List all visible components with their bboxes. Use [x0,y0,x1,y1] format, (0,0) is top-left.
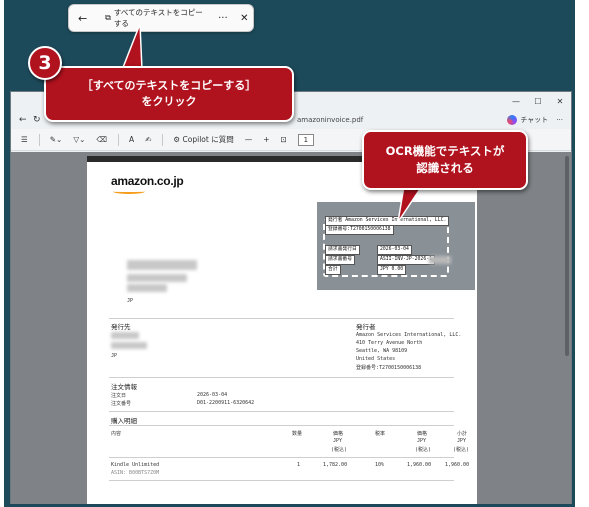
publisher-heading: 発行者 [356,323,376,331]
page-number-box[interactable]: 1 [297,133,314,146]
ocr-registration-number[interactable]: 登録番号:T2700150006138 [325,225,394,235]
more-options-icon[interactable]: ··· [214,8,231,28]
blurred-invoice-suffix [429,256,451,264]
ocr-invoice-number-label[interactable]: 請求書番号 [325,255,355,265]
col-tax-rate: 税率 [375,431,386,437]
item-name: Kindle Unlimited [111,462,160,468]
amazon-smile-logo [113,189,145,194]
col-unit-price: 価格 [333,431,344,437]
item-amount: 1,960.00 [407,462,432,468]
callout-copy-line2: をクリック [141,95,197,108]
blurred-recipient-address [127,274,187,282]
ocr-total[interactable]: JPY 0.00 [377,265,407,275]
item-unit-price: 1,782.00 [323,462,348,468]
copilot-icon [507,115,518,125]
ask-copilot-button[interactable]: ⚙ Copilot に質問 [173,134,233,145]
item-tax-rate: 10% [375,462,385,468]
ink-icon[interactable]: ✍ [145,135,151,144]
copilot-chat-button[interactable]: チャット [507,115,548,125]
publisher-line: United States [356,356,396,362]
back-icon[interactable]: ← [19,115,33,125]
item-code: ASIN: B00BTS7Z0M [111,470,160,476]
desktop-screenshot: ← ⧉ すべてのテキストをコピーする ··· ✕ — ☐ ✕ ← ↻ amazo… [4,0,575,507]
publisher-line: 410 Terry Avenue North [356,340,423,346]
close-icon[interactable]: ✕ [236,8,253,28]
col-subtotal-currency: JPY [457,438,467,444]
item-subtotal: 1,960.00 [445,462,470,468]
blurred-issuer-address [111,342,147,349]
list-icon[interactable]: ☰ [21,135,28,144]
copilot-chat-label: チャット [520,116,549,124]
order-date-label: 注文日 [111,393,127,399]
callout-ocr-line1: OCR機能でテキストが [385,144,505,158]
highlight-icon[interactable]: ▽⌄ [73,135,85,144]
order-heading: 注文情報 [111,383,137,391]
more-icon[interactable]: ··· [556,116,563,124]
copy-all-text-button[interactable]: ⧉ すべてのテキストをコピーする [100,8,208,28]
col-unit-price-tax: (税込) [331,447,348,453]
ask-copilot-label: Copilot に質問 [182,135,234,144]
scrollbar[interactable] [565,156,569,356]
callout-ocr-line2: 認識される [416,161,474,175]
eraser-icon[interactable]: ⌫ [96,135,107,144]
col-subtotal-tax: (税込) [453,447,470,453]
ocr-issue-date-label[interactable]: 請求書発行日 [325,245,360,255]
maximize-icon[interactable]: ☐ [527,97,549,106]
order-number: D01-2200911-6320642 [197,400,255,406]
amazon-logo: amazon.co.jp [111,174,184,188]
col-unit-price-currency: JPY [333,438,343,444]
blurred-recipient-address [127,284,167,292]
snipping-toolbar: ← ⧉ すべてのテキストをコピーする ··· ✕ [68,4,254,32]
minimize-icon[interactable]: — [505,97,527,106]
order-number-label: 注文番号 [111,401,132,407]
callout-ocr-note: OCR機能でテキストが 認識される [362,130,528,190]
copilot-small-icon: ⚙ [173,135,183,144]
draw-icon[interactable]: ✎⌄ [50,135,63,144]
blurred-issuer-name [111,332,139,339]
issuer-country: JP [111,353,118,359]
issuer-heading: 発行先 [111,323,131,331]
zoom-out-icon[interactable]: — [245,135,253,144]
col-content: 内容 [111,431,122,437]
back-arrow-icon[interactable]: ← [73,8,92,28]
callout-copy-instruction: ［すべてのテキストをコピーする］ をクリック [44,66,294,122]
zoom-in-icon[interactable]: + [263,135,269,144]
pdf-viewer[interactable]: amazon.co.jp JP 発行先 JP 発行者 Amazon Servic… [11,152,571,504]
col-qty: 数量 [292,431,303,437]
col-amount-currency: JPY [417,438,427,444]
window-close-icon[interactable]: ✕ [549,97,571,106]
url-text[interactable]: amazoninvoice.pdf [297,116,363,124]
fit-page-icon[interactable]: ⊡ [281,135,287,144]
ocr-issue-date[interactable]: 2026-03-04 [377,245,412,255]
purchase-heading: 購入明細 [111,417,137,425]
col-amount: 価格 [417,431,428,437]
publisher-line: Amazon Services International, LLC. [356,332,462,338]
col-amount-tax: (税込) [415,447,432,453]
step-number-badge: 3 [28,46,62,80]
publisher-line: Seattle, WA 98109 [356,348,408,354]
ocr-invoice-number[interactable]: ASII-INV-JP-2026-1 [377,255,435,265]
item-qty: 1 [297,462,301,468]
order-date: 2026-03-04 [197,392,228,398]
copy-icon: ⧉ [105,13,111,22]
text-icon[interactable]: A [129,135,134,144]
col-subtotal: 小計 [457,431,468,437]
publisher-line: 登録番号:T2700150006138 [356,365,422,371]
recipient-country: JP [127,298,134,304]
pdf-page: amazon.co.jp JP 発行先 JP 発行者 Amazon Servic… [87,156,477,504]
ocr-total-label[interactable]: 合計 [325,265,341,275]
copy-all-text-label: すべてのテキストをコピーする [113,8,203,28]
callout-copy-line1: ［すべてのテキストをコピーする］ [81,79,257,92]
blurred-recipient-name [127,260,197,270]
